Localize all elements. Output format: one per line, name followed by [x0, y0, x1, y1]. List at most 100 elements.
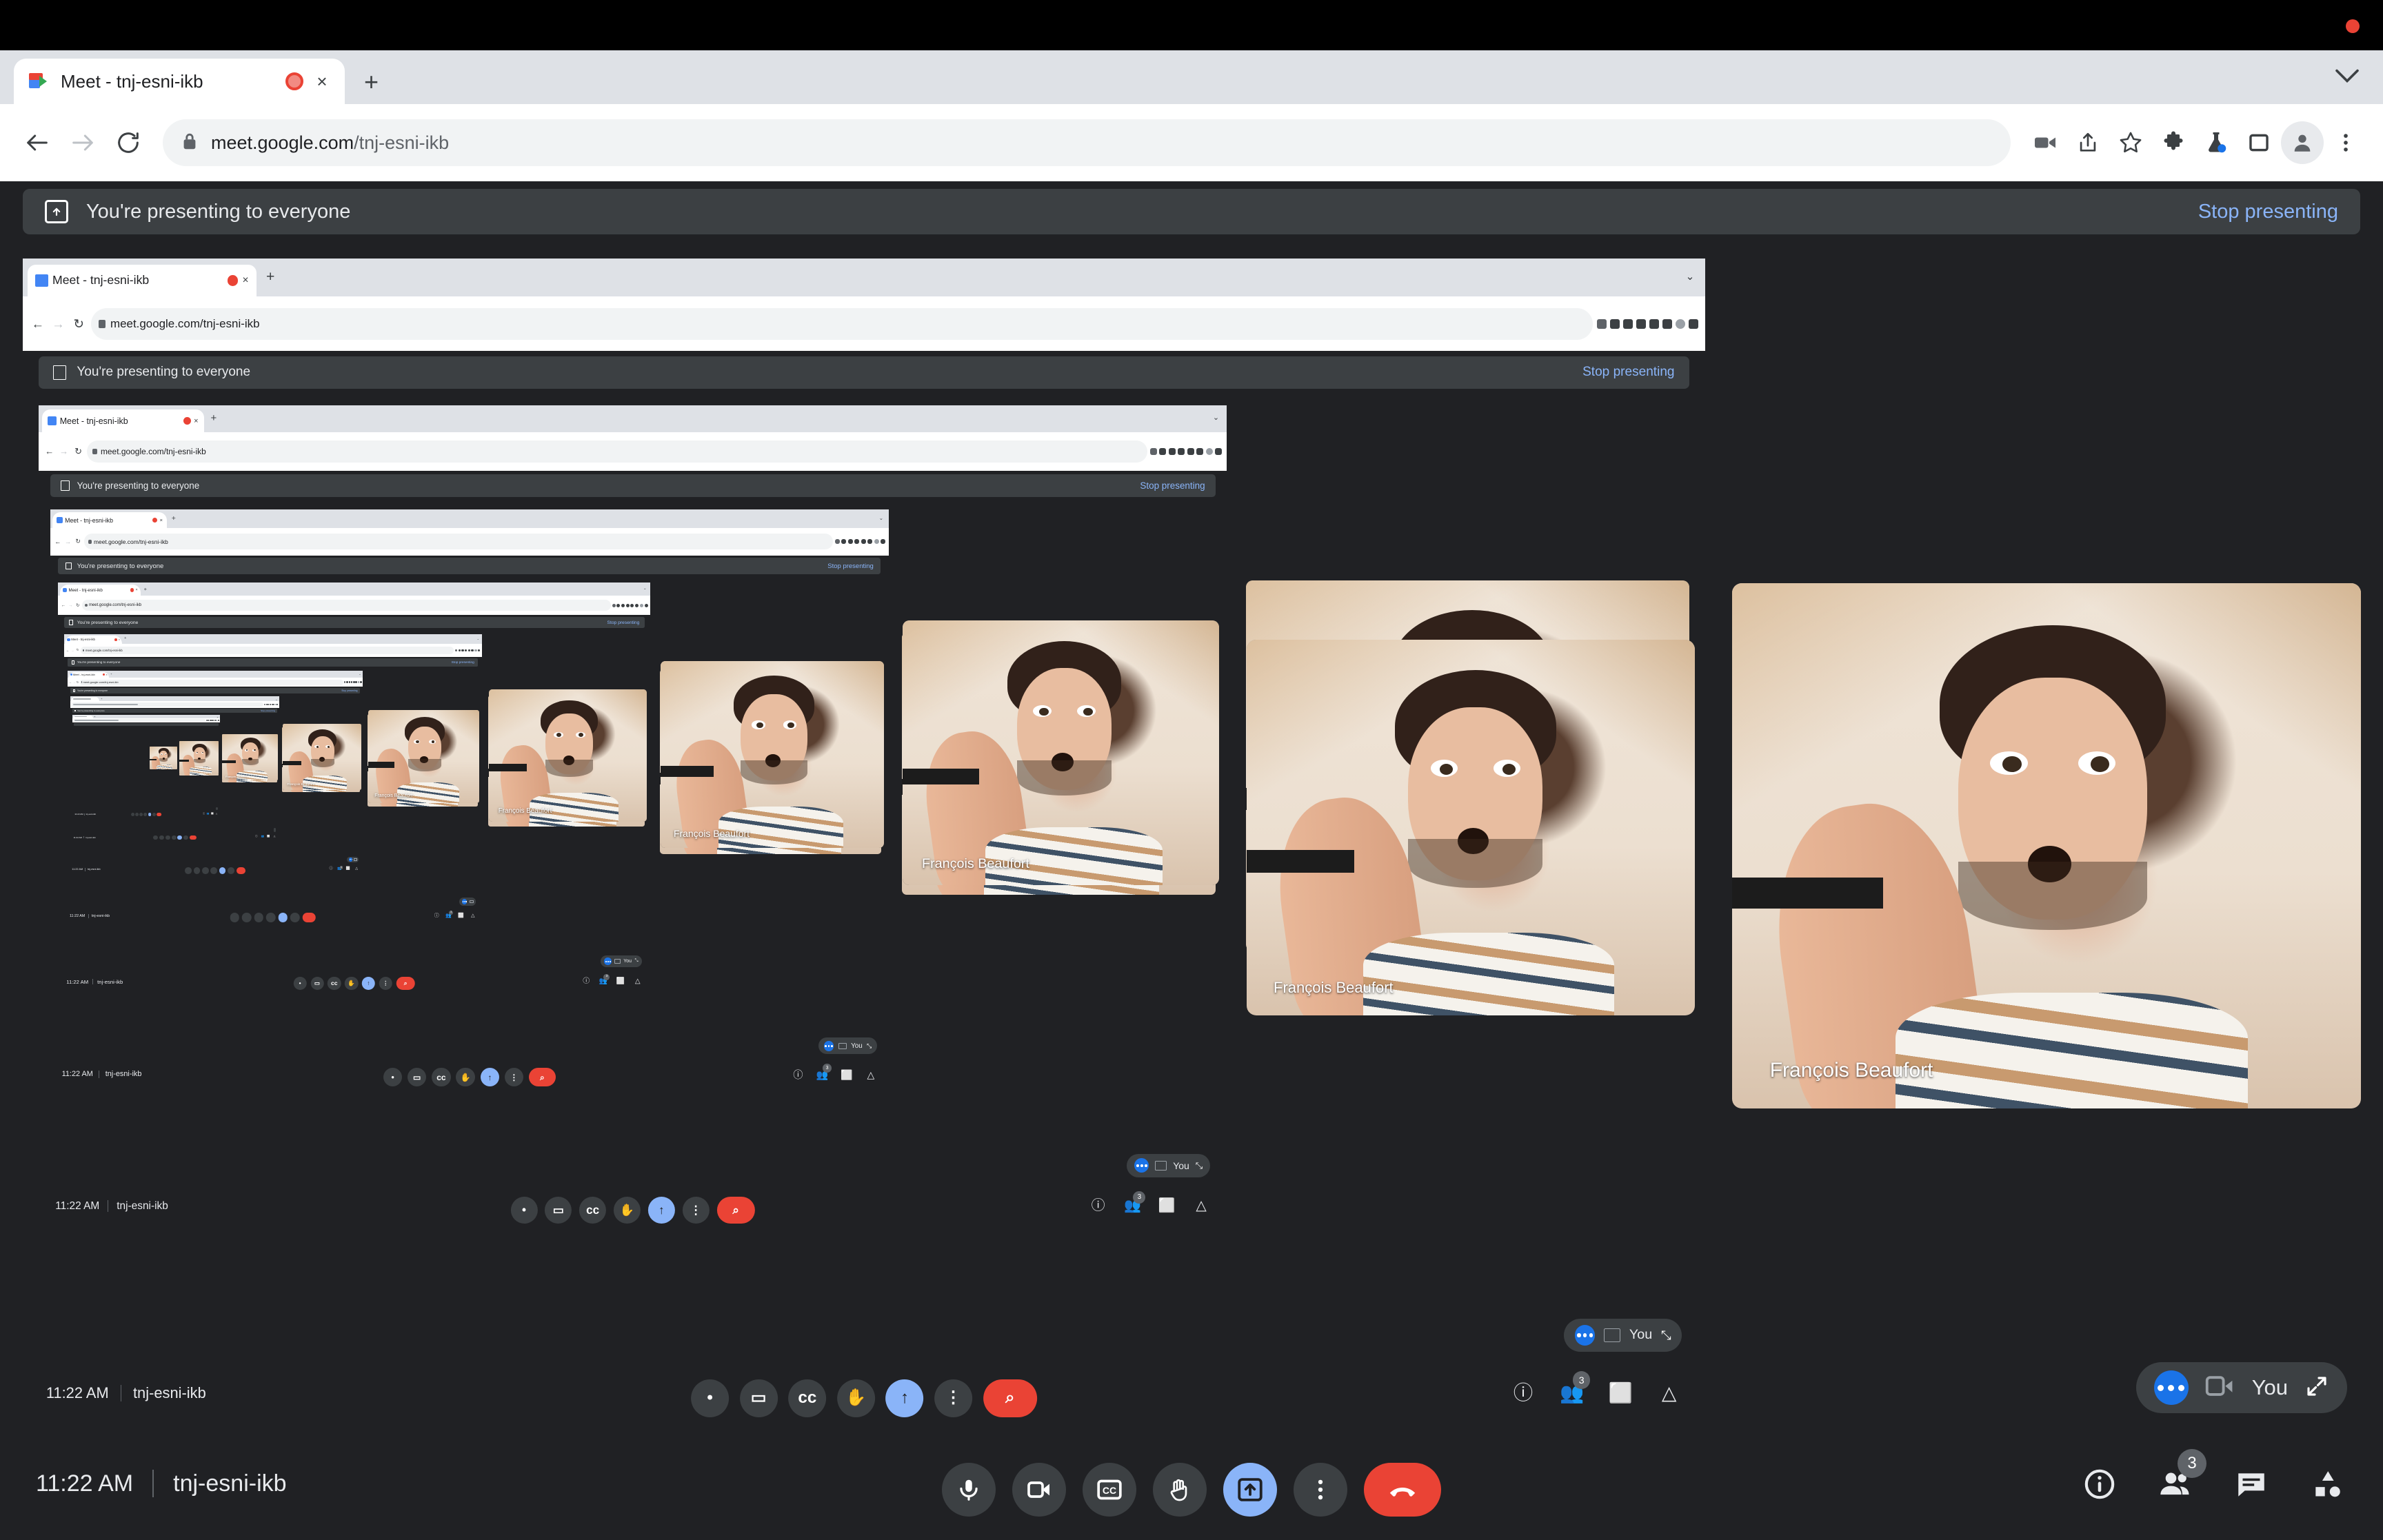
nested-chrome-menu-icon[interactable] [217, 720, 219, 721]
address-bar[interactable]: meet.google.com/tnj-esni-ikb [163, 119, 2011, 166]
nested-more-options-button[interactable]: ⋮ [682, 1196, 710, 1224]
nested-forward-arrow-icon[interactable]: → [68, 603, 73, 608]
nested-tab-close-icon[interactable]: × [194, 417, 198, 425]
nested-raise-hand-button[interactable]: ✋ [456, 1067, 475, 1087]
activities-button[interactable] [2307, 1464, 2347, 1504]
nested-media-cast-icon[interactable] [1596, 318, 1607, 329]
nested-microphone-button[interactable]: • [383, 1067, 403, 1087]
participant-tile-medium[interactable]: François Beaufort [1247, 640, 1695, 1015]
raise-hand-button[interactable] [1153, 1463, 1207, 1517]
nested-experiments-flask-icon[interactable] [353, 681, 355, 683]
nested-microphone-button[interactable]: • [510, 1196, 538, 1224]
nested-tab-close-icon[interactable]: × [159, 517, 163, 523]
nested-new-tab-button[interactable]: + [211, 413, 217, 424]
nested-captions-button[interactable] [165, 835, 170, 840]
nested-share-icon[interactable] [1159, 447, 1167, 455]
nested-expand-arrows-icon[interactable]: ⤡ [867, 1042, 872, 1049]
nested-share-icon[interactable] [346, 681, 348, 683]
nested-tab-close-icon[interactable]: × [105, 673, 107, 676]
nested-present-now-button[interactable]: ↑ [361, 977, 376, 991]
nested-chrome-menu-icon[interactable] [881, 539, 886, 545]
nested-captions-button[interactable]: cc [788, 1379, 827, 1417]
nested-microphone-button[interactable] [153, 835, 159, 840]
nested-extensions-puzzle-icon[interactable] [854, 539, 860, 545]
browser-tab-meet[interactable]: Meet - tnj-esni-ikb × [14, 59, 345, 104]
nested-participants-button[interactable]: 👥 3 [337, 866, 343, 871]
nested-address-bar[interactable]: meet.google.com/tnj-esni-ikb [82, 600, 611, 611]
nested-expand-arrows-icon[interactable]: ⤡ [1196, 1161, 1203, 1171]
nested-chevron-down-icon[interactable]: ⌄ [879, 516, 883, 521]
nested-back-arrow-icon[interactable]: ← [61, 603, 66, 608]
nested-camera-button[interactable]: ▭ [408, 1067, 427, 1087]
nested-captions-button[interactable] [254, 912, 264, 922]
nested-meeting-details-button[interactable]: ⓘ [1089, 1197, 1107, 1215]
nested-share-icon[interactable] [1609, 318, 1620, 329]
nested-expand-arrows-icon[interactable]: ⤡ [1661, 1328, 1671, 1341]
tab-close-icon[interactable]: × [313, 71, 331, 92]
nested-activities-button[interactable]: △ [1192, 1197, 1210, 1215]
nested-chrome-menu-icon[interactable] [276, 704, 279, 706]
nested-share-icon[interactable] [841, 539, 847, 545]
nested-participants-button[interactable]: 👥 3 [816, 1064, 832, 1081]
nested-present-now-button[interactable] [278, 912, 288, 922]
nested-camera-button[interactable]: ▭ [739, 1379, 778, 1417]
nested-end-call-button[interactable]: ⌕ [528, 1067, 556, 1087]
nested-meeting-details-button[interactable]: ⓘ [329, 867, 333, 871]
nested-address-bar[interactable] [71, 702, 264, 707]
nested-extensions-puzzle-icon[interactable] [1636, 318, 1646, 329]
nested-reload-icon[interactable]: ↻ [74, 538, 82, 545]
nested-chat-button[interactable]: ⬜ [211, 812, 214, 815]
nested-bookmark-star-icon[interactable] [1622, 318, 1633, 329]
nested-experiments-flask-icon[interactable] [1649, 318, 1659, 329]
back-arrow-icon[interactable] [17, 122, 58, 163]
nested-profile-avatar[interactable] [357, 681, 360, 683]
nested-new-tab-button[interactable]: + [124, 636, 126, 640]
nested-side-panel-icon[interactable] [1196, 447, 1204, 455]
nested-extensions-puzzle-icon[interactable] [269, 704, 271, 706]
nested-media-cast-icon[interactable] [612, 603, 616, 607]
nested-meeting-details-button[interactable]: ⓘ [203, 812, 205, 815]
nested-bookmark-star-icon[interactable] [621, 603, 625, 607]
new-tab-button[interactable]: + [364, 70, 379, 94]
nested-stop-presenting-button[interactable]: Stop presenting [827, 563, 874, 570]
nested-present-now-button[interactable]: ↑ [647, 1196, 675, 1224]
nested-chat-button[interactable]: ⬜ [1158, 1197, 1176, 1215]
nested-participants-button[interactable]: 👥 3 [1559, 1371, 1591, 1406]
nested-present-now-button[interactable] [219, 867, 226, 874]
extensions-puzzle-icon[interactable] [2153, 122, 2194, 163]
nested-participants-button[interactable]: 👥 3 [599, 974, 610, 986]
nested-tab-close-icon[interactable]: × [135, 588, 137, 592]
nested-side-panel-icon[interactable] [867, 539, 873, 545]
nested-forward-arrow-icon[interactable]: → [63, 538, 72, 545]
nested-forward-arrow-icon[interactable]: → [50, 316, 67, 332]
nested-participant-tile-medium[interactable]: François Beaufort [222, 733, 278, 781]
nested-end-call-button[interactable]: ⌕ [716, 1196, 755, 1224]
nested-media-cast-icon[interactable] [1149, 447, 1157, 455]
nested-address-bar[interactable] [73, 719, 206, 722]
nested-tab[interactable]: Meet - tnj-esni-ikb × [52, 512, 167, 529]
nested-address-bar[interactable]: meet.google.com/tnj-esni-ikb [81, 646, 454, 655]
nested-experiments-flask-icon[interactable] [1187, 447, 1194, 455]
nested-meeting-details-button[interactable]: ⓘ [1511, 1380, 1536, 1406]
nested-microphone-button[interactable]: • [293, 977, 307, 991]
nested-chat-button[interactable]: ⬜ [267, 835, 270, 839]
nested-self-view-pill[interactable] [215, 807, 218, 811]
nested-more-options-button[interactable] [152, 812, 156, 816]
nested-meeting-details-button[interactable]: ⓘ [792, 1068, 804, 1081]
nested-camera-button[interactable] [241, 912, 252, 922]
nested-bookmark-star-icon[interactable] [348, 681, 350, 683]
nested-captions-button[interactable] [202, 867, 209, 874]
nested-raise-hand-button[interactable] [210, 867, 218, 874]
nested-present-now-button[interactable]: ↑ [885, 1379, 924, 1417]
nested-profile-avatar[interactable] [874, 539, 879, 545]
nested-extensions-puzzle-icon[interactable] [464, 649, 467, 652]
meeting-details-button[interactable] [2080, 1464, 2120, 1504]
nested-present-now-button[interactable] [148, 812, 152, 816]
microphone-button[interactable] [942, 1463, 996, 1517]
nested-activities-button[interactable]: △ [633, 977, 642, 986]
nested-tab[interactable]: Meet - tnj-esni-ikb × [28, 264, 257, 296]
nested-reload-icon[interactable]: ↻ [75, 602, 81, 608]
nested-chrome-menu-icon[interactable] [360, 681, 362, 683]
nested-chevron-down-icon[interactable]: ⌄ [643, 587, 647, 591]
profile-avatar[interactable] [2281, 121, 2324, 164]
